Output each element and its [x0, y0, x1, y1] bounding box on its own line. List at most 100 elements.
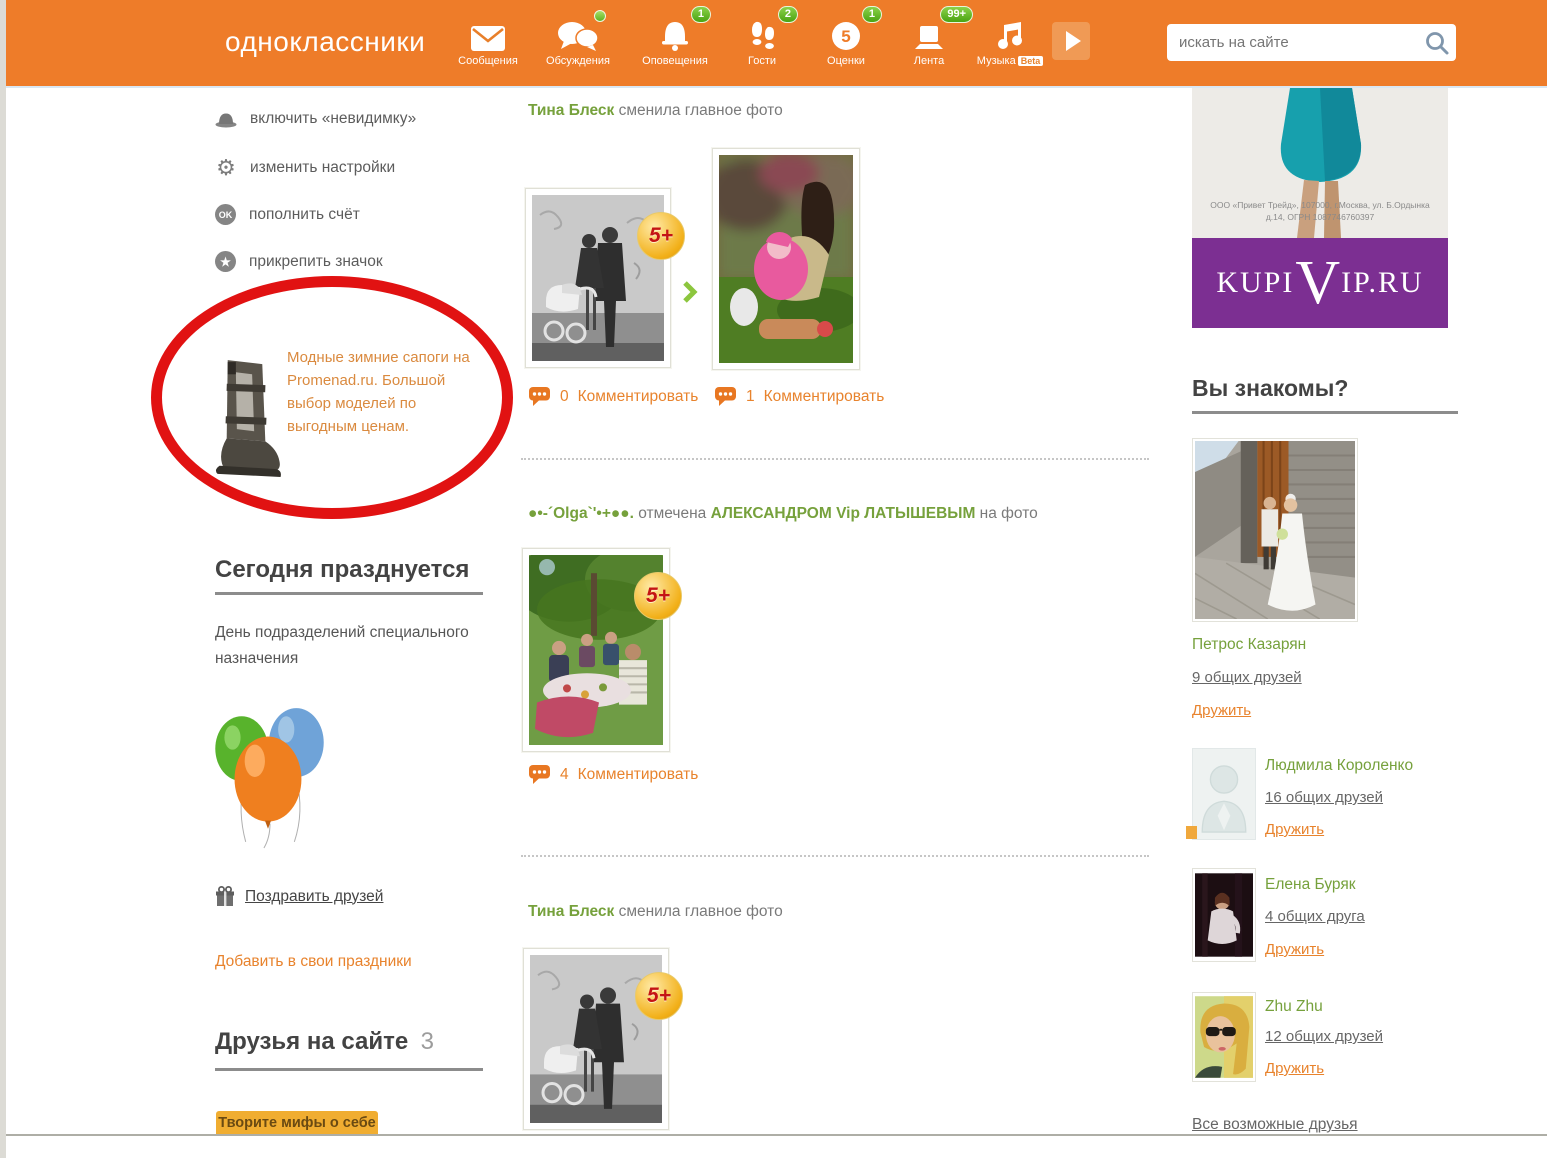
- nav-label: Гости: [716, 55, 808, 67]
- congratulate-friends-link[interactable]: Поздравить друзей: [215, 886, 383, 907]
- nav-messages[interactable]: Сообщения: [442, 10, 534, 67]
- section-rule: [215, 1068, 483, 1071]
- footprints-icon: 2: [716, 10, 808, 52]
- all-possible-friends-link[interactable]: Все возможные друзья: [1192, 1116, 1358, 1134]
- nav-expand-arrow-button[interactable]: [1052, 22, 1090, 60]
- nav-guests[interactable]: 2 Гости: [716, 10, 808, 67]
- comment-link[interactable]: 4 Комментировать: [528, 764, 698, 785]
- suggestion-name[interactable]: Zhu Zhu: [1265, 998, 1323, 1016]
- congratulate-friends-label: Поздравить друзей: [245, 888, 383, 906]
- rating-5plus-badge[interactable]: 5+: [634, 572, 682, 620]
- invisibility-hat-icon: [215, 111, 237, 128]
- nav-notifications[interactable]: 1 Оповещения: [629, 10, 721, 67]
- today-event-text: День подразделений специального назначен…: [215, 620, 500, 672]
- feed-user-link[interactable]: Тина Блеск: [528, 903, 614, 920]
- kupivip-brand: KUPI V IP.RU: [1192, 238, 1448, 328]
- play-arrow-icon: [1066, 31, 1081, 51]
- feed-item-header: ●•-´Olga`'•+●●. отмечена АЛЕКСАНДРОМ Vip…: [528, 505, 1038, 523]
- section-rule: [1192, 411, 1458, 414]
- feed-user-link[interactable]: Тина Блеск: [528, 102, 614, 119]
- menu-label: пополнить счёт: [249, 206, 360, 224]
- menu-label: включить «невидимку»: [250, 110, 416, 128]
- kupivip-legal-line1: ООО «Привет Трейд», 107000, г.Москва, ул…: [1192, 200, 1448, 210]
- suggestion-photo[interactable]: [1192, 868, 1256, 962]
- suggestion-name[interactable]: Петрос Казарян: [1192, 636, 1306, 654]
- kupivip-ad[interactable]: ООО «Привет Трейд», 107000, г.Москва, ул…: [1192, 88, 1448, 328]
- feed-user-link[interactable]: ●•-´Olga`'•+●●.: [528, 505, 634, 522]
- top-header: одноклассники Сообщения Обсуждения 1 Опо…: [6, 0, 1547, 88]
- rating-5plus-badge[interactable]: 5+: [637, 212, 685, 260]
- site-logo[interactable]: одноклассники: [225, 26, 425, 58]
- mutual-friends-link[interactable]: 12 общих друзей: [1265, 1028, 1383, 1045]
- add-friend-link[interactable]: Дружить: [1265, 1060, 1324, 1077]
- notifications-badge: 1: [691, 6, 711, 23]
- add-friend-link[interactable]: Дружить: [1192, 702, 1251, 719]
- chat-bubbles-icon: [532, 10, 624, 52]
- envelope-icon: [442, 10, 534, 52]
- balloons-image: [213, 698, 325, 855]
- menu-label: прикрепить значок: [249, 253, 383, 271]
- add-to-holidays-label: Добавить в свои праздники: [215, 953, 412, 971]
- mutual-friends-link[interactable]: 4 общих друга: [1265, 908, 1365, 925]
- comment-bubble-icon: [714, 386, 737, 407]
- music-note-icon: [964, 10, 1056, 52]
- comment-link[interactable]: 1 Комментировать: [714, 386, 884, 407]
- menu-item-attach-badge[interactable]: ★ прикрепить значок: [215, 251, 383, 272]
- nav-label: МузыкаBeta: [964, 55, 1056, 67]
- mutual-friends-link[interactable]: 9 общих друзей: [1192, 669, 1302, 686]
- nav-discussions[interactable]: Обсуждения: [532, 10, 624, 67]
- suggestion-photo-placeholder[interactable]: [1192, 748, 1256, 840]
- gear-icon: ⚙: [215, 157, 237, 178]
- comment-bubble-icon: [528, 386, 551, 407]
- suggestion-photo[interactable]: [1192, 992, 1256, 1082]
- odnoklassniki-page: одноклассники Сообщения Обсуждения 1 Опо…: [0, 0, 1547, 1158]
- comment-bubble-icon: [528, 764, 551, 785]
- feed-photo-new[interactable]: [712, 148, 860, 370]
- boot-ad-text[interactable]: Модные зимние сапоги на Promenad.ru. Бол…: [287, 346, 489, 438]
- beta-tag: Beta: [1018, 56, 1044, 66]
- suggestion-photo[interactable]: [1192, 438, 1358, 622]
- nav-label: Оценки: [800, 55, 892, 67]
- rating-5plus-badge[interactable]: 5+: [635, 972, 683, 1020]
- add-to-holidays-link[interactable]: Добавить в свои праздники: [215, 953, 412, 971]
- search-icon[interactable]: [1424, 30, 1450, 56]
- you-know-title: Вы знакомы?: [1192, 375, 1348, 402]
- photo-change-arrow-icon: [682, 280, 698, 309]
- kupivip-legal-line2: д.14, ОГРН 1087746760397: [1192, 212, 1448, 222]
- mutual-friends-link[interactable]: 16 общих друзей: [1265, 789, 1383, 806]
- nav-label: Оповещения: [629, 55, 721, 67]
- comment-link[interactable]: 0 Комментировать: [528, 386, 698, 407]
- nav-feed[interactable]: 99+ Лента: [883, 10, 975, 67]
- add-friend-link[interactable]: Дружить: [1265, 941, 1324, 958]
- feed-separator: [521, 458, 1149, 460]
- five-plus-circle-icon: 5 1: [800, 10, 892, 52]
- feed-tagger-link[interactable]: АЛЕКСАНДРОМ Vip ЛАТЫШЕВЫМ: [711, 505, 976, 522]
- nav-music[interactable]: МузыкаBeta: [964, 10, 1056, 67]
- suggestion-name[interactable]: Елена Буряк: [1265, 876, 1356, 894]
- nav-marks[interactable]: 5 1 Оценки: [800, 10, 892, 67]
- kupivip-ad-image: ООО «Привет Трейд», 107000, г.Москва, ул…: [1192, 88, 1448, 238]
- ok-coin-icon: OK: [215, 204, 236, 225]
- nav-label: Обсуждения: [532, 55, 624, 67]
- boot-ad-image[interactable]: [205, 356, 285, 485]
- site-search: [1167, 24, 1456, 61]
- nav-label: Сообщения: [442, 55, 534, 67]
- add-friend-link[interactable]: Дружить: [1265, 821, 1324, 838]
- menu-item-settings[interactable]: ⚙ изменить настройки: [215, 157, 395, 178]
- left-edge-strip: [0, 0, 6, 1158]
- feed-item-header: Тина Блеск сменила главное фото: [528, 903, 783, 921]
- presence-marker: [1186, 826, 1197, 839]
- suggestion-name[interactable]: Людмила Короленко: [1265, 757, 1413, 775]
- friends-online-title: Друзья на сайте 3: [215, 1028, 434, 1056]
- menu-item-invisibility[interactable]: включить «невидимку»: [215, 110, 416, 128]
- menu-item-top-up[interactable]: OK пополнить счёт: [215, 204, 360, 225]
- bell-icon: 1: [629, 10, 721, 52]
- today-celebrated-title: Сегодня празднуется: [215, 556, 469, 584]
- feed-screen-icon: 99+: [883, 10, 975, 52]
- myths-banner-button[interactable]: Творите мифы о себе: [216, 1111, 378, 1135]
- search-input[interactable]: [1177, 33, 1424, 52]
- friends-online-count: 3: [421, 1028, 434, 1055]
- menu-label: изменить настройки: [250, 159, 395, 177]
- screenshot-bottom-edge: [6, 1134, 1547, 1136]
- svg-text:5: 5: [841, 27, 850, 46]
